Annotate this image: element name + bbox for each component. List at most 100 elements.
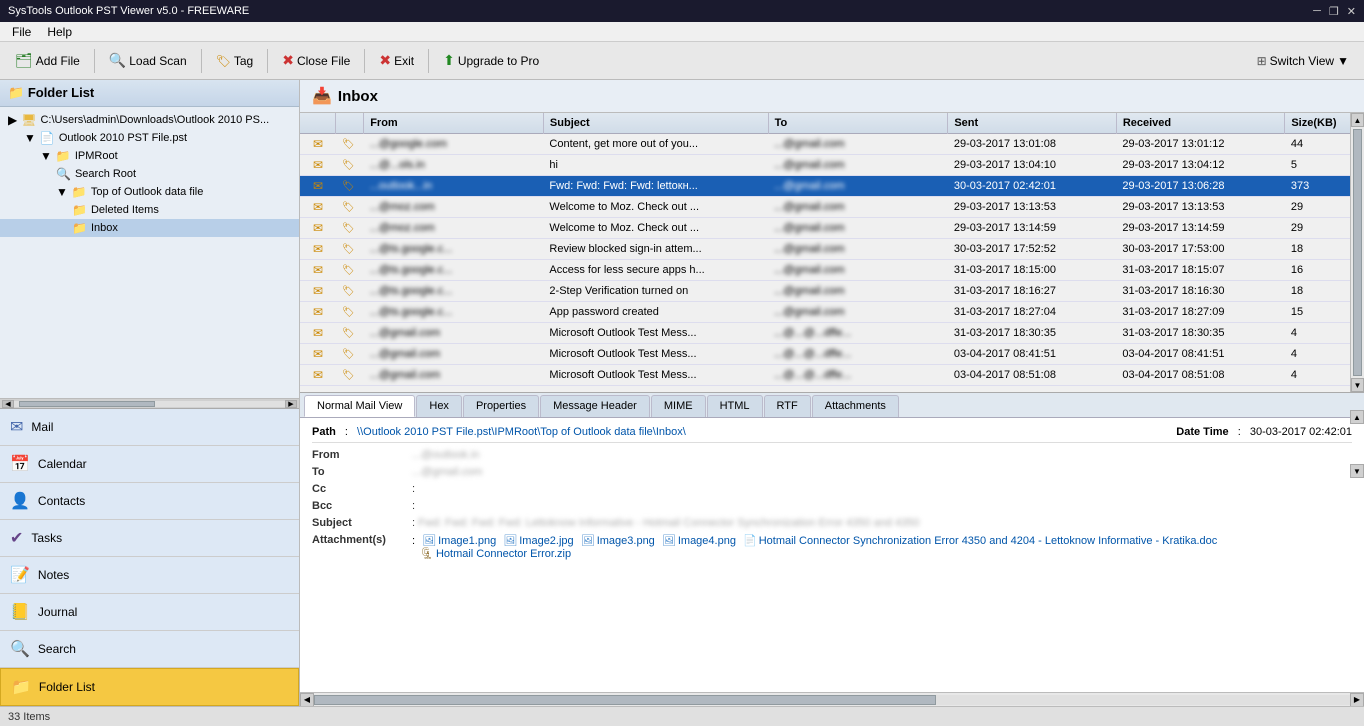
- table-row[interactable]: ✉ 🏷 ...@google.com Content, get more out…: [300, 134, 1364, 155]
- nav-calendar[interactable]: 📅 Calendar: [0, 446, 299, 483]
- minimize-button[interactable]: ─: [1313, 5, 1321, 18]
- table-row[interactable]: ✉ 🏷 ...@moz.com Welcome to Moz. Check ou…: [300, 197, 1364, 218]
- email-to: ...@...@...dffe...: [768, 365, 948, 386]
- email-flag-cell: 🏷: [336, 344, 364, 365]
- col-from[interactable]: From: [364, 113, 544, 134]
- restore-button[interactable]: ❐: [1329, 5, 1339, 18]
- table-row[interactable]: ✉ 🏷 ...@gmail.com Microsoft Outlook Test…: [300, 365, 1364, 386]
- col-flag[interactable]: [336, 113, 364, 134]
- subject-text: Fwd: Fwd: Fwd: Fwd: Lettoknow Informativ…: [418, 517, 919, 529]
- to-blurred: ...@...@...dffe...: [774, 348, 851, 360]
- sidebar-hscroll-left[interactable]: ◀: [2, 400, 14, 408]
- vscroll-down[interactable]: ▼: [1351, 378, 1364, 392]
- tab-hex[interactable]: Hex: [416, 395, 462, 417]
- from-blurred: ...outlook...in: [370, 180, 432, 192]
- email-type-icon: ✉: [313, 305, 323, 319]
- attach-zip-icon: 🗜: [420, 547, 434, 560]
- tree-item-deleted[interactable]: 📁 Deleted Items: [0, 201, 299, 219]
- tab-normal-mail[interactable]: Normal Mail View: [304, 395, 415, 417]
- switch-view-chevron: ▼: [1337, 54, 1349, 68]
- tag-button[interactable]: 🏷 Tag: [207, 47, 263, 75]
- to-blurred: ...@...@...dffe...: [774, 369, 851, 381]
- vscroll-up[interactable]: ▲: [1351, 113, 1364, 127]
- tree-item-pst[interactable]: ▼ 📄 Outlook 2010 PST File.pst: [0, 129, 299, 147]
- attach-img2-label[interactable]: Image2.jpg: [519, 535, 573, 547]
- email-to: ...@...@...dffe...: [768, 344, 948, 365]
- tab-properties[interactable]: Properties: [463, 395, 539, 417]
- attach-img3-label[interactable]: Image3.png: [597, 535, 655, 547]
- nav-tasks[interactable]: ✔ Tasks: [0, 520, 299, 557]
- switch-view-button[interactable]: ⊞ Switch View ▼: [1248, 47, 1358, 75]
- close-button[interactable]: ✕: [1347, 5, 1356, 18]
- attach-img1-label[interactable]: Image1.png: [438, 535, 496, 547]
- col-icon[interactable]: [300, 113, 336, 134]
- email-hscroll[interactable]: ◀ ▶: [300, 692, 1364, 706]
- nav-journal[interactable]: 📒 Journal: [0, 594, 299, 631]
- table-row[interactable]: ✉ 🏷 ...@...ols.in hi ...@gmail.com 29-03…: [300, 155, 1364, 176]
- table-row[interactable]: ✉ 🏷 ...outlook...in Fwd: Fwd: Fwd: Fwd: …: [300, 176, 1364, 197]
- nav-notes[interactable]: 📝 Notes: [0, 557, 299, 594]
- table-row[interactable]: ✉ 🏷 ...@ts.google.c... Review blocked si…: [300, 239, 1364, 260]
- email-flag-cell: 🏷: [336, 218, 364, 239]
- tree-item-top-outlook[interactable]: ▼ 📁 Top of Outlook data file: [0, 183, 299, 201]
- hscroll-thumb[interactable]: [314, 695, 936, 705]
- preview-vscroll-down[interactable]: ▼: [1350, 464, 1364, 478]
- add-file-button[interactable]: 🗂 Add File: [6, 47, 89, 75]
- exit-icon: ✖: [379, 52, 391, 69]
- tab-message-header[interactable]: Message Header: [540, 395, 650, 417]
- table-row[interactable]: ✉ 🏷 ...@ts.google.c... 2-Step Verificati…: [300, 281, 1364, 302]
- close-file-button[interactable]: ✖ Close File: [273, 47, 359, 75]
- preview-vscroll-up[interactable]: ▲: [1350, 418, 1364, 424]
- table-row[interactable]: ✉ 🏷 ...@ts.google.c... Access for less s…: [300, 260, 1364, 281]
- col-received[interactable]: Received: [1116, 113, 1285, 134]
- tree-item-ipmroot[interactable]: ▼ 📁 IPMRoot: [0, 147, 299, 165]
- menu-file[interactable]: File: [4, 23, 39, 41]
- tab-attachments[interactable]: Attachments: [812, 395, 899, 417]
- tab-rtf[interactable]: RTF: [764, 395, 811, 417]
- preview-datetime-container: Date Time : 30-03-2017 02:42:01: [1176, 426, 1352, 438]
- subject-label: Subject: [312, 517, 412, 529]
- table-row[interactable]: ✉ 🏷 ...@gmail.com Microsoft Outlook Test…: [300, 344, 1364, 365]
- tree-item-search-root[interactable]: 🔍 Search Root: [0, 165, 299, 183]
- attach-zip-label[interactable]: Hotmail Connector Error.zip: [436, 548, 571, 560]
- email-flag-cell: 🏷: [336, 365, 364, 386]
- vscroll-thumb[interactable]: [1353, 129, 1362, 376]
- tree-label-top-outlook: Top of Outlook data file: [91, 186, 204, 198]
- exit-button[interactable]: ✖ Exit: [370, 47, 423, 75]
- nav-contacts[interactable]: 👤 Contacts: [0, 483, 299, 520]
- from-blurred: ...@ts.google.c...: [370, 243, 453, 255]
- nav-search[interactable]: 🔍 Search: [0, 631, 299, 668]
- sidebar-hscroll-thumb[interactable]: [19, 401, 155, 407]
- preview-vscroll[interactable]: ▲ ▼: [1350, 418, 1364, 478]
- sidebar-hscroll-right[interactable]: ▶: [285, 400, 297, 408]
- tag-icon: 🏷: [216, 54, 231, 68]
- tab-html[interactable]: HTML: [707, 395, 763, 417]
- load-scan-button[interactable]: 🔍 Load Scan: [100, 47, 196, 75]
- menu-help[interactable]: Help: [39, 23, 80, 41]
- attach-doc-label[interactable]: Hotmail Connector Synchronization Error …: [759, 535, 1218, 547]
- table-row[interactable]: ✉ 🏷 ...@ts.google.c... App password crea…: [300, 302, 1364, 323]
- col-subject[interactable]: Subject: [543, 113, 768, 134]
- tree-item-drive[interactable]: ▶ 🖥 C:\Users\admin\Downloads\Outlook 201…: [0, 111, 299, 129]
- cc-label: Cc: [312, 483, 412, 495]
- upgrade-button[interactable]: ⬆ Upgrade to Pro: [434, 47, 548, 75]
- sidebar-hscroll[interactable]: ◀ ▶: [0, 398, 299, 408]
- email-sent: 29-03-2017 13:13:53: [948, 197, 1117, 218]
- folder-tree[interactable]: ▶ 🖥 C:\Users\admin\Downloads\Outlook 201…: [0, 107, 299, 398]
- tree-item-inbox[interactable]: 📁 Inbox: [0, 219, 299, 237]
- nav-folder-list[interactable]: 📁 Folder List: [0, 668, 299, 706]
- from-blurred: ...@ts.google.c...: [370, 264, 453, 276]
- col-sent[interactable]: Sent: [948, 113, 1117, 134]
- table-row[interactable]: ✉ 🏷 ...@moz.com Welcome to Moz. Check ou…: [300, 218, 1364, 239]
- table-row[interactable]: ✉ 🏷 ...@gmail.com Microsoft Outlook Test…: [300, 323, 1364, 344]
- nav-mail[interactable]: ✉ Mail: [0, 409, 299, 446]
- email-received: 29-03-2017 13:06:28: [1116, 176, 1285, 197]
- email-flag-icon: 🏷: [342, 160, 355, 171]
- tab-mime[interactable]: MIME: [651, 395, 706, 417]
- hscroll-right[interactable]: ▶: [1350, 693, 1364, 707]
- attach-img4-label[interactable]: Image4.png: [678, 535, 736, 547]
- col-to[interactable]: To: [768, 113, 948, 134]
- hscroll-left[interactable]: ◀: [300, 693, 314, 707]
- mail-icon: ✉: [10, 417, 23, 437]
- email-list-vscroll[interactable]: ▲ ▼: [1350, 113, 1364, 392]
